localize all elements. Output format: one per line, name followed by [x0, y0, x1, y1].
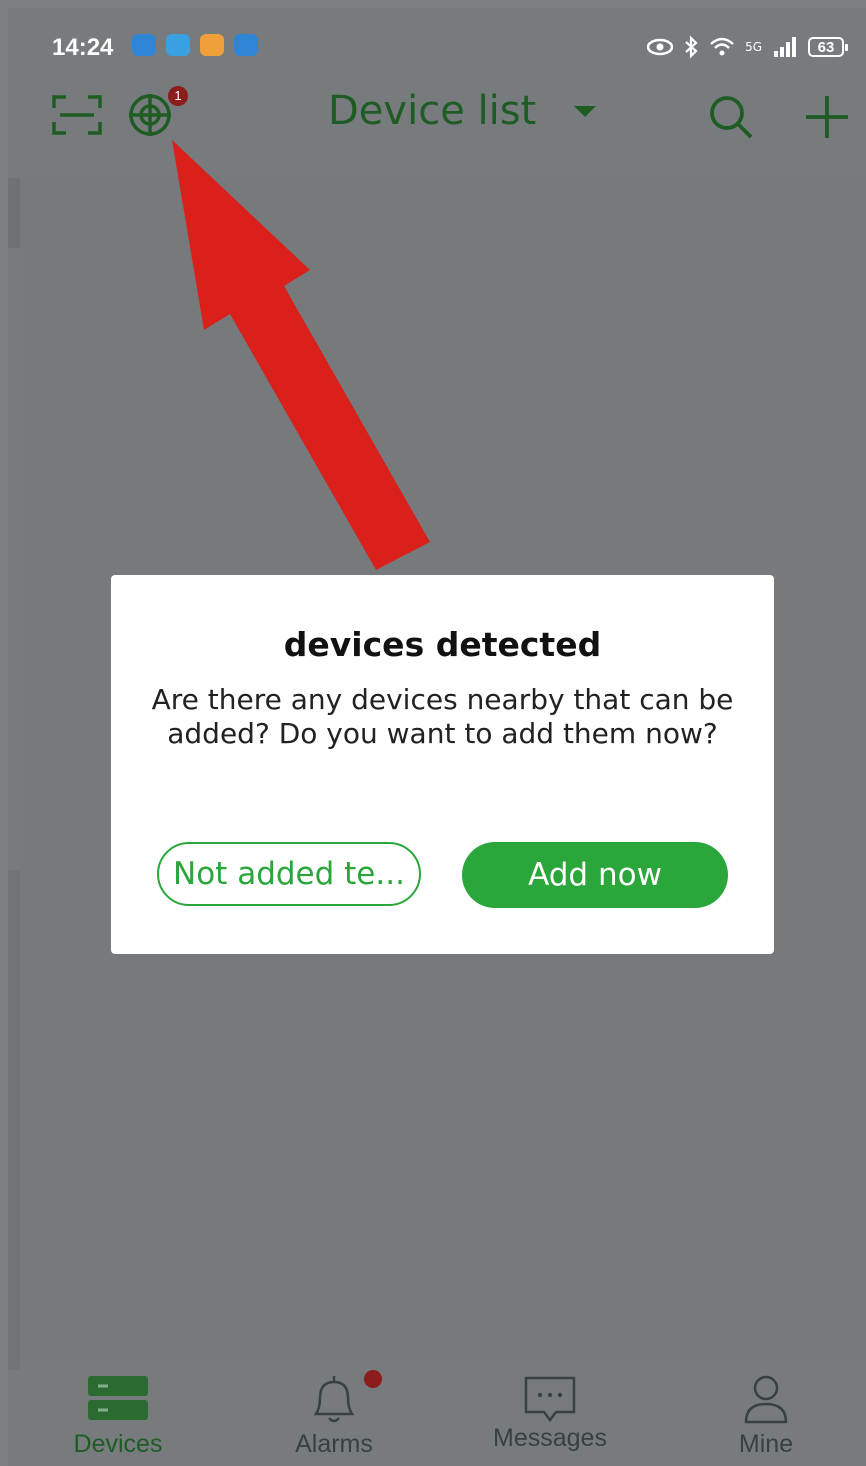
devices-icon — [88, 1376, 148, 1420]
nav-messages-label: Messages — [493, 1424, 607, 1452]
bell-icon — [313, 1376, 355, 1423]
nav-mine-label: Mine — [738, 1430, 794, 1458]
devices-detected-dialog: devices detected Are there any devices n… — [111, 575, 774, 954]
app-screen: 14:24 5G 63 Device list 1 devices detect… — [8, 8, 866, 1466]
nav-devices-label: Devices — [73, 1430, 163, 1458]
nav-devices[interactable]: Devices — [18, 1366, 218, 1466]
list-edge-lower — [8, 870, 20, 1370]
nav-mine[interactable]: Mine — [666, 1366, 866, 1466]
not-added-button[interactable]: Not added te... — [157, 842, 421, 906]
nav-alarms-label: Alarms — [295, 1430, 373, 1458]
bottom-nav: Devices Alarms Messages Mine — [8, 1366, 866, 1466]
message-icon — [524, 1376, 576, 1423]
dialog-message: Are there any devices nearby that can be… — [151, 683, 734, 750]
alarm-badge-dot — [364, 1370, 382, 1388]
add-now-button[interactable]: Add now — [462, 842, 728, 908]
nav-alarms[interactable]: Alarms — [234, 1366, 434, 1466]
nav-messages[interactable]: Messages — [450, 1366, 650, 1466]
user-icon — [744, 1375, 788, 1424]
annotation-arrow — [172, 140, 430, 570]
dialog-title: devices detected — [283, 625, 602, 664]
